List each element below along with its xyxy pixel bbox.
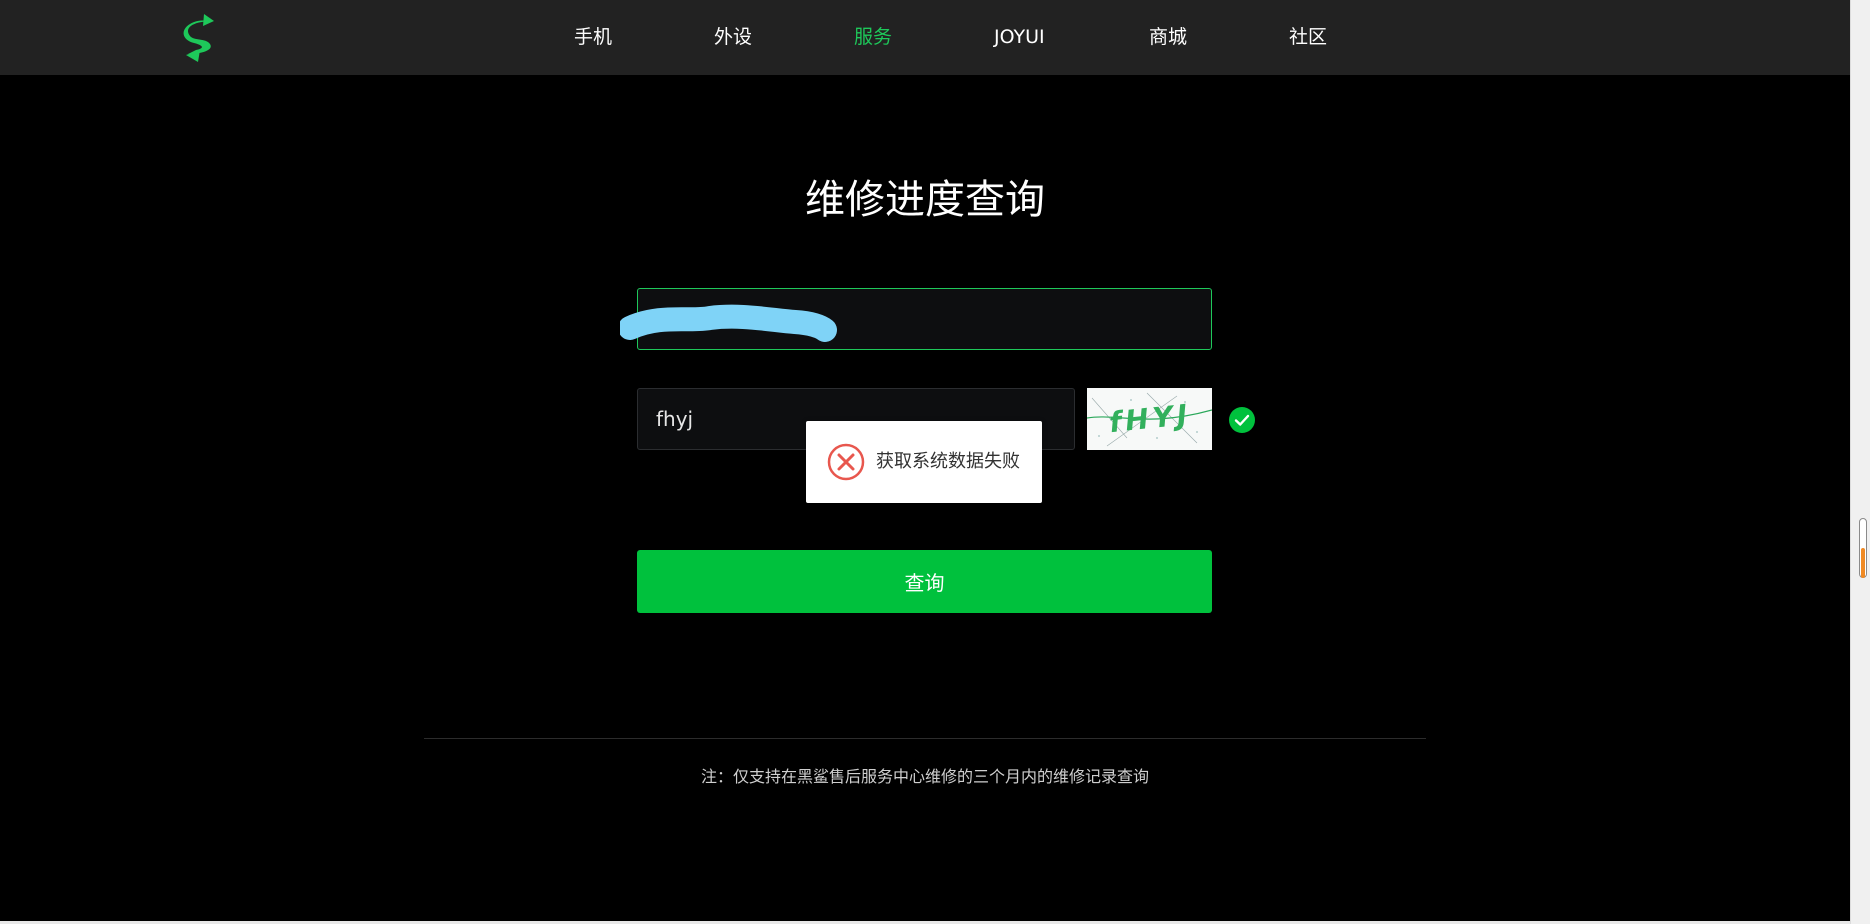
nav-item-community[interactable]: 社区 bbox=[1289, 24, 1327, 50]
footer-note: 注：仅支持在黑鲨售后服务中心维修的三个月内的维修记录查询 bbox=[700, 767, 1149, 786]
phone-field[interactable] bbox=[637, 288, 1212, 350]
scrollbar-marker bbox=[1861, 548, 1865, 578]
nav-item-joyui[interactable]: JOYUI bbox=[994, 24, 1045, 50]
vertical-scrollbar[interactable] bbox=[1850, 0, 1870, 924]
error-circle-icon bbox=[827, 443, 865, 481]
nav-item-service[interactable]: 服务 bbox=[854, 24, 892, 50]
phone-input[interactable] bbox=[638, 289, 1211, 349]
blackshark-logo-icon[interactable] bbox=[178, 12, 224, 64]
nav-item-accessories[interactable]: 外设 bbox=[714, 24, 752, 50]
page-title: 维修进度查询 bbox=[805, 177, 1045, 223]
query-button[interactable]: 查询 bbox=[637, 550, 1212, 613]
top-nav-bar: 手机 外设 服务 JOYUI 商城 社区 bbox=[0, 0, 1850, 75]
check-circle-icon bbox=[1229, 407, 1255, 433]
error-toast: 获取系统数据失败 bbox=[806, 421, 1042, 503]
nav-item-phone[interactable]: 手机 bbox=[574, 24, 612, 50]
divider bbox=[424, 738, 1426, 739]
captcha-image[interactable]: fHYJ bbox=[1087, 388, 1212, 450]
nav-item-store[interactable]: 商城 bbox=[1149, 24, 1187, 50]
page: 手机 外设 服务 JOYUI 商城 社区 维修进度查询 fhyj fHYJ 查询… bbox=[0, 0, 1870, 924]
toast-message: 获取系统数据失败 bbox=[876, 451, 1020, 472]
